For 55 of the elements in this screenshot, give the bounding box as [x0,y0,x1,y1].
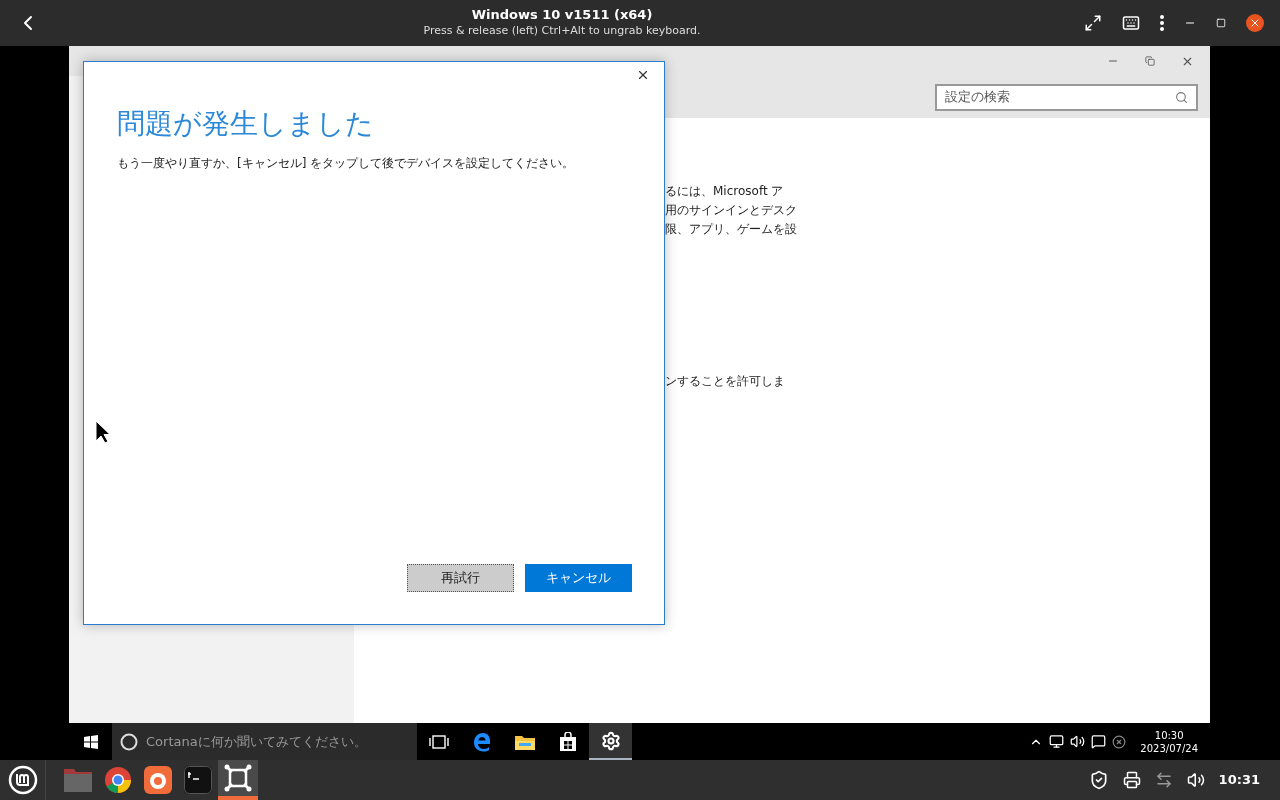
clock-time: 10:30 [1154,728,1184,742]
task-view-icon [428,733,449,750]
mint-logo-icon [7,765,38,795]
settings-icon [600,730,621,751]
menu-button[interactable] [1160,15,1164,31]
body-text: ンすることを許可しま [665,373,785,390]
browser-ball-icon [104,766,132,794]
close-button[interactable] [636,68,650,82]
maximize-icon [1216,18,1226,28]
close-icon [636,68,650,82]
keyboard-button[interactable] [1122,14,1140,32]
restore-icon [1145,56,1155,66]
volume-icon[interactable] [1186,771,1205,789]
dialog-title: 問題が発生しました [117,106,374,142]
clock[interactable]: 10:30 2023/07/24 [1140,728,1198,755]
panel-clock[interactable]: 10:31 [1218,770,1260,790]
fullscreen-button[interactable] [1084,14,1102,32]
body-text: 用のサインインとデスク [665,202,797,219]
window-subtitle: Press & release (left) Ctrl+Alt to ungrab keyboard. [423,23,701,39]
restore-button[interactable] [1145,56,1155,66]
network-disconnected-icon[interactable] [1154,771,1173,789]
maximize-button[interactable] [1216,18,1226,28]
folder-icon [63,767,93,793]
more-vertical-icon [1160,15,1164,31]
close-button[interactable] [1246,14,1264,32]
store-bag-icon [558,731,577,752]
printer-icon[interactable] [1122,771,1141,789]
windows-logo-icon [83,734,98,749]
body-text: 限、アプリ、ゲームを設 [665,221,797,238]
x-circle-icon[interactable] [1112,734,1127,749]
terminal-icon [184,766,212,794]
search-box[interactable]: 設定の検索 [935,83,1198,111]
search-field[interactable]: 設定の検索 [945,87,1175,107]
clock-date: 2023/07/24 [1140,741,1198,755]
notification-icon[interactable] [1091,734,1107,749]
dialog-message: もう一度やり直すか、[キャンセル] をタップして後でデバイスを設定してください。 [117,155,575,172]
cortana-search-box[interactable]: Cortanaに何か聞いてみてください。 [112,723,417,760]
close-icon [1249,17,1261,29]
panel-launcher[interactable] [218,760,258,800]
browser-e-icon [471,731,492,752]
taskbar-app-button[interactable] [589,723,632,760]
window-title: Windows 10 v1511 (x64) [471,7,653,23]
vm-frame-icon [224,764,252,792]
mouse-cursor-icon [95,420,111,444]
body-text: るには、Microsoft ア [665,183,784,200]
expand-icon [1084,14,1102,32]
cortana-ring-icon [120,732,138,751]
keyboard-icon [1122,14,1140,32]
dialog-button[interactable]: 再試行 [407,564,514,592]
volume-icon[interactable] [1070,734,1086,749]
search-icon [1175,90,1188,104]
network-icon[interactable] [1049,734,1065,749]
dialog-button[interactable]: キャンセル [525,564,632,592]
fox-app-icon [144,766,172,794]
cortana-search-field[interactable]: Cortanaに何か聞いてみてください。 [146,731,409,752]
